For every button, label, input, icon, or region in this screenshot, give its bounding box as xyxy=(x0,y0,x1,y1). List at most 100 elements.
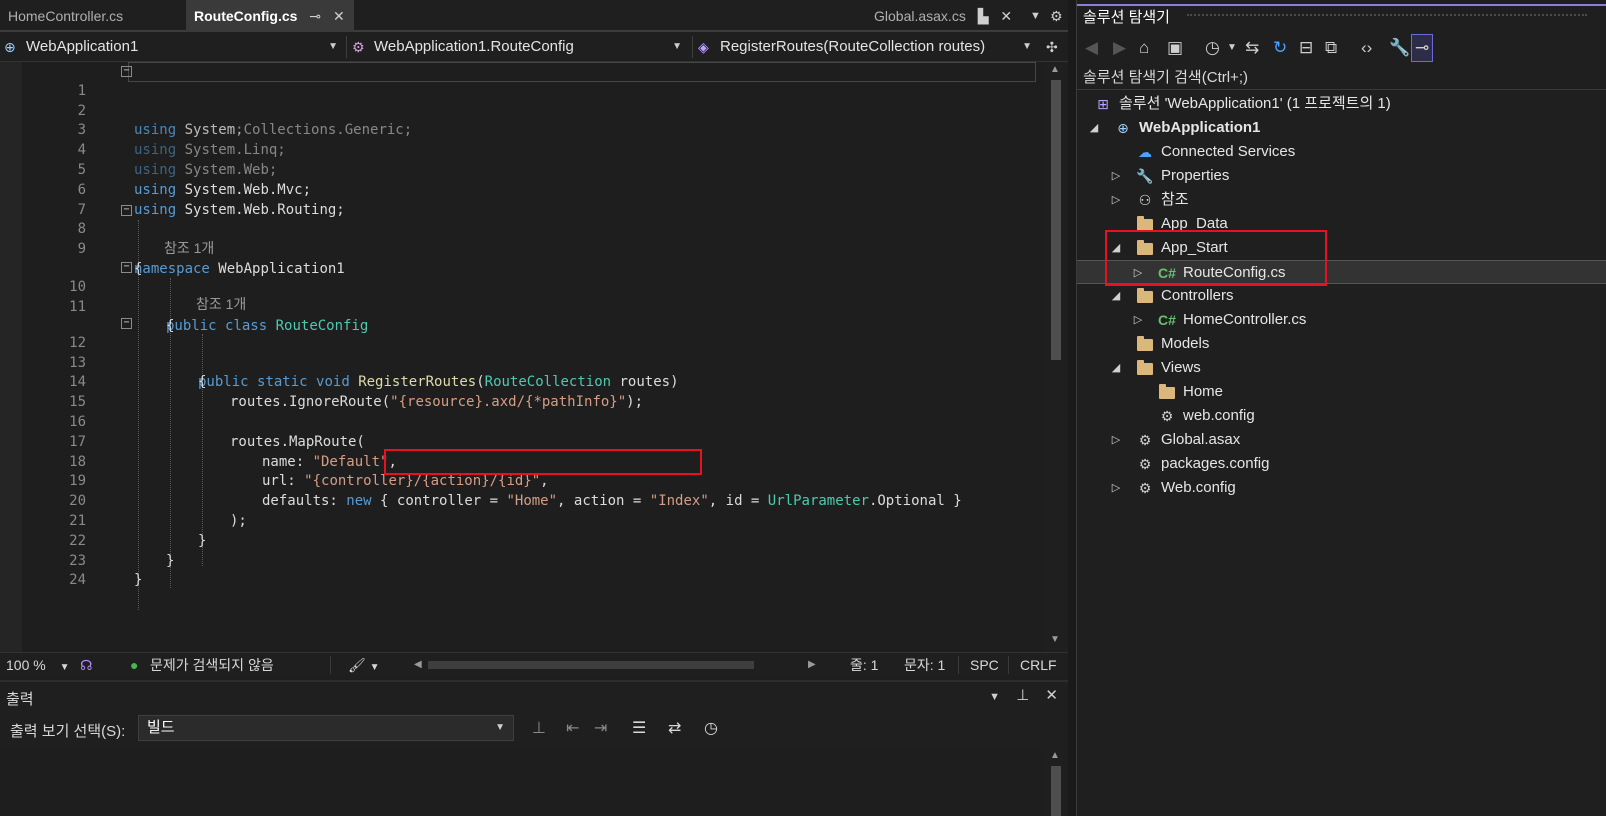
go-to-message-icon[interactable]: ⊥ xyxy=(532,718,546,738)
method-icon: ◈ xyxy=(698,39,709,55)
next-message-icon[interactable]: ⇥ xyxy=(594,718,607,738)
split-window-icon[interactable]: ✣ xyxy=(1046,32,1058,62)
collapsed-arrow-icon[interactable]: ▷ xyxy=(1109,164,1123,188)
sync-with-document-icon[interactable]: ⇆ xyxy=(1245,38,1259,58)
codelens-references[interactable]: 참조 1개 xyxy=(164,239,364,258)
output-text-area[interactable] xyxy=(0,748,1044,816)
refresh-icon[interactable]: ↻ xyxy=(1273,38,1287,58)
view-code-icon[interactable]: ‹› xyxy=(1361,38,1372,58)
divider xyxy=(692,36,693,58)
collapsed-arrow-icon[interactable]: ▷ xyxy=(1109,428,1123,452)
pending-changes-filter-icon[interactable]: ◷ xyxy=(1205,38,1220,58)
tree-item-views-home[interactable]: Home xyxy=(1077,380,1606,404)
collapse-icon[interactable]: − xyxy=(121,318,132,329)
solution-explorer-search[interactable]: 솔루션 탐색기 검색(Ctrl+;) xyxy=(1077,66,1606,90)
clock-icon[interactable]: ◷ xyxy=(704,718,718,738)
scroll-right-icon[interactable]: ▶ xyxy=(808,653,816,677)
tree-item-models[interactable]: Models xyxy=(1077,332,1606,356)
word-wrap-icon[interactable]: ⇄ xyxy=(668,718,681,738)
output-source-select[interactable]: 빌드 ▼ xyxy=(138,715,514,741)
tree-item-views-web-config[interactable]: ⚙ web.config xyxy=(1077,404,1606,428)
annotation-highlight xyxy=(384,449,702,475)
scroll-down-icon[interactable]: ▼ xyxy=(1050,634,1060,645)
panel-title-actions: ▼ ⊥ ✕ xyxy=(977,686,1058,704)
collapse-all-icon[interactable]: ⊟ xyxy=(1299,38,1313,58)
tree-item-home-controller[interactable]: ▷ C# HomeController.cs xyxy=(1077,308,1606,332)
class-dropdown[interactable]: ⚙ WebApplication1.RouteConfig ▼ xyxy=(348,34,688,60)
show-all-files-icon[interactable]: ⧉ xyxy=(1325,38,1337,58)
back-icon[interactable]: ◀ xyxy=(1085,38,1098,58)
tree-item-project[interactable]: ◢ ⊕ WebApplication1 xyxy=(1077,116,1606,140)
tab-list-dropdown-icon[interactable]: ▼ xyxy=(1030,0,1041,32)
char-indicator[interactable]: 문자: 1 xyxy=(904,653,945,677)
collapsed-arrow-icon[interactable]: ▷ xyxy=(1109,476,1123,500)
close-icon[interactable]: ✕ xyxy=(1000,0,1012,32)
tab-home-controller[interactable]: HomeController.cs xyxy=(0,0,186,32)
divider xyxy=(958,656,959,674)
tree-item-label: WebApplication1 xyxy=(1139,119,1261,136)
tab-route-config[interactable]: RouteConfig.cs ⊸ ✕ xyxy=(186,0,354,32)
tree-item-solution[interactable]: ⊞ 솔루션 'WebApplication1' (1 프로젝트의 1) xyxy=(1077,92,1606,116)
collapse-icon[interactable]: − xyxy=(121,204,132,216)
config-file-icon: ⚙ xyxy=(1160,408,1174,424)
home-icon[interactable]: ⌂ xyxy=(1139,38,1149,58)
whitespace-indicator[interactable]: SPC xyxy=(970,653,999,677)
project-dropdown[interactable]: ⊕ WebApplication1 ▼ xyxy=(0,34,344,60)
close-icon[interactable]: ✕ xyxy=(1045,687,1058,704)
chevron-down-icon[interactable]: ▼ xyxy=(989,691,1000,703)
code-line: 24 xyxy=(0,552,1044,588)
properties-wrench-icon[interactable]: 🔧 xyxy=(1389,38,1410,58)
editor-vertical-scrollbar[interactable]: ▲ ▼ xyxy=(1044,62,1068,652)
previous-message-icon[interactable]: ⇤ xyxy=(566,718,579,738)
collapse-icon[interactable]: − xyxy=(121,262,132,273)
line-indicator[interactable]: 줄: 1 xyxy=(850,653,878,677)
tree-item-references[interactable]: ▷ ⚇ 참조 xyxy=(1077,188,1606,212)
tree-item-global-asax[interactable]: ▷ ⚙ Global.asax xyxy=(1077,428,1606,452)
scrollbar-thumb[interactable] xyxy=(1051,80,1061,360)
output-vertical-scrollbar[interactable]: ▲ xyxy=(1044,748,1068,816)
tree-item-connected-services[interactable]: ☁ Connected Services xyxy=(1077,140,1606,164)
pin-icon[interactable]: ⊥ xyxy=(1016,687,1029,704)
switch-views-icon[interactable]: ▣ xyxy=(1167,38,1183,58)
expanded-arrow-icon[interactable]: ◢ xyxy=(1087,116,1101,140)
codelens-references[interactable]: 참조 1개 xyxy=(196,295,396,314)
scroll-up-icon[interactable]: ▲ xyxy=(1050,64,1060,75)
expanded-arrow-icon[interactable]: ◢ xyxy=(1109,284,1123,308)
code-editor[interactable]: 1 − using System; 2 using System.Collect… xyxy=(0,62,1044,652)
chevron-down-icon: ▼ xyxy=(328,41,338,52)
zoom-dropdown[interactable]: 100 % ▼ xyxy=(6,653,70,677)
scroll-up-icon[interactable]: ▲ xyxy=(1050,750,1060,761)
close-icon[interactable]: ✕ xyxy=(333,0,345,32)
tree-item-properties[interactable]: ▷ 🔧 Properties xyxy=(1077,164,1606,188)
panel-splitter[interactable] xyxy=(1068,0,1076,816)
problems-status[interactable]: 문제가 검색되지 않음 xyxy=(150,653,274,677)
cloud-icon: ☁ xyxy=(1138,144,1152,160)
tab-global-asax[interactable]: Global.asax.cs ▙ ✕ xyxy=(866,0,1026,32)
scroll-left-icon[interactable]: ◀ xyxy=(414,653,422,677)
horizontal-scrollbar-thumb[interactable] xyxy=(428,661,754,669)
clear-all-icon[interactable]: ☰ xyxy=(632,718,646,738)
copilot-icon[interactable]: ☊ xyxy=(80,653,92,677)
output-source-label: 출력 보기 선택(S): xyxy=(10,723,126,740)
chevron-down-icon[interactable]: ▼ xyxy=(1227,42,1237,53)
collapsed-arrow-icon[interactable]: ▷ xyxy=(1131,308,1145,332)
preview-selected-items-icon[interactable]: ⊸ xyxy=(1411,34,1434,62)
tree-item-views[interactable]: ◢ Views xyxy=(1077,356,1606,380)
expanded-arrow-icon[interactable]: ◢ xyxy=(1109,356,1123,380)
drag-grip[interactable] xyxy=(1187,14,1587,18)
tree-item-packages-config[interactable]: ⚙ packages.config xyxy=(1077,452,1606,476)
code-cleanup-icon[interactable]: 🖌 ▼ xyxy=(348,653,380,677)
gear-icon[interactable]: ⚙ xyxy=(1050,0,1063,32)
line-ending-indicator[interactable]: CRLF xyxy=(1020,653,1057,677)
collapse-icon[interactable]: − xyxy=(121,66,132,77)
pin-icon[interactable]: ⊸ xyxy=(309,0,321,32)
line-number: 24 xyxy=(69,572,86,589)
editor-status-bar: 100 % ▼ ☊ ● 문제가 검색되지 않음 🖌 ▼ ◀ ▶ 줄: 1 문자:… xyxy=(0,652,1068,676)
scrollbar-thumb[interactable] xyxy=(1051,766,1061,816)
member-dropdown[interactable]: ◈ RegisterRoutes(RouteCollection routes)… xyxy=(694,34,1038,60)
tree-item-web-config[interactable]: ▷ ⚙ Web.config xyxy=(1077,476,1606,500)
forward-icon[interactable]: ▶ xyxy=(1113,38,1126,58)
pinned-icon[interactable]: ▙ xyxy=(978,0,989,32)
tree-item-controllers[interactable]: ◢ Controllers xyxy=(1077,284,1606,308)
collapsed-arrow-icon[interactable]: ▷ xyxy=(1109,188,1123,212)
